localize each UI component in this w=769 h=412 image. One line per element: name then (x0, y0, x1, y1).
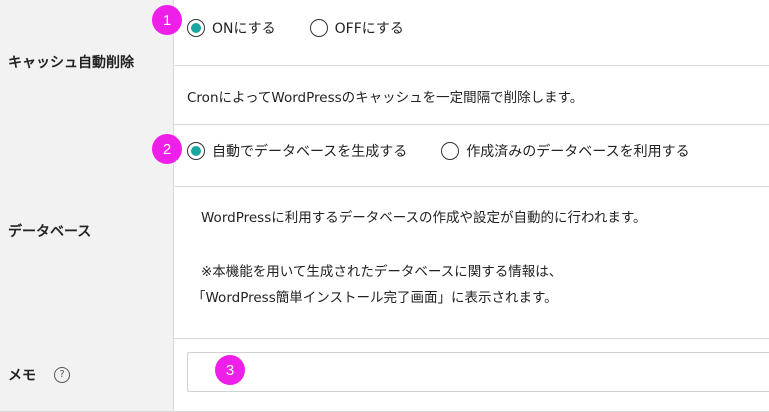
memo-row: メモ ? (0, 338, 769, 412)
database-radio-group: 自動でデータベースを生成する 作成済みのデータベースを利用する (187, 141, 724, 161)
database-content: 自動でデータベースを生成する 作成済みのデータベースを利用する WordPres… (175, 124, 769, 338)
cache-off-label: OFFにする (334, 21, 404, 37)
cache-label-text: キャッシュ自動削除 (8, 55, 134, 71)
database-label-text: データベース (8, 224, 92, 240)
database-auto-radio[interactable] (187, 142, 205, 160)
cache-on-radio[interactable] (187, 19, 205, 37)
cache-description: CronによってWordPressのキャッシュを一定間隔で削除します。 (187, 90, 584, 106)
cache-label: キャッシュ自動削除 (0, 0, 174, 124)
cache-on-label: ONにする (212, 21, 276, 37)
database-auto-label: 自動でデータベースを生成する (212, 144, 408, 160)
cache-off-radio[interactable] (309, 19, 328, 37)
annotation-badge-1: 1 (152, 5, 182, 35)
memo-label: メモ ? (0, 338, 174, 411)
database-row: データベース 自動でデータベースを生成する 作成済みのデータベースを利用する W… (0, 124, 769, 339)
cache-on-option[interactable]: ONにする (187, 18, 276, 38)
help-icon-glyph: ? (59, 369, 65, 380)
database-note-line1: ※本機能を用いて生成されたデータベースに関する情報は、 (201, 264, 563, 280)
database-divider (175, 186, 769, 187)
annotation-badge-2: 2 (152, 134, 182, 164)
database-existing-radio[interactable] (441, 142, 460, 160)
cache-content: ONにする OFFにする CronによってWordPressのキャッシュを一定間… (175, 0, 769, 124)
database-description: WordPressに利用するデータベースの作成や設定が自動的に行われます。 (201, 210, 647, 226)
cache-off-option[interactable]: OFFにする (309, 18, 404, 38)
database-auto-option[interactable]: 自動でデータベースを生成する (187, 141, 407, 161)
database-existing-label: 作成済みのデータベースを利用する (466, 144, 690, 160)
help-icon[interactable]: ? (54, 366, 70, 383)
cache-radio-group: ONにする OFFにする (187, 18, 438, 38)
annotation-badge-3: 3 (215, 355, 245, 385)
database-existing-option[interactable]: 作成済みのデータベースを利用する (441, 141, 690, 161)
database-note-line2: 「WordPress簡単インストール完了画面」に表示されます。 (192, 290, 558, 306)
memo-content (175, 338, 769, 411)
cache-divider (175, 65, 769, 66)
database-label: データベース (0, 124, 174, 338)
memo-label-text: メモ (8, 367, 36, 384)
memo-input[interactable] (187, 352, 769, 392)
cache-row: キャッシュ自動削除 ONにする OFFにする CronによってWordPress… (0, 0, 769, 125)
